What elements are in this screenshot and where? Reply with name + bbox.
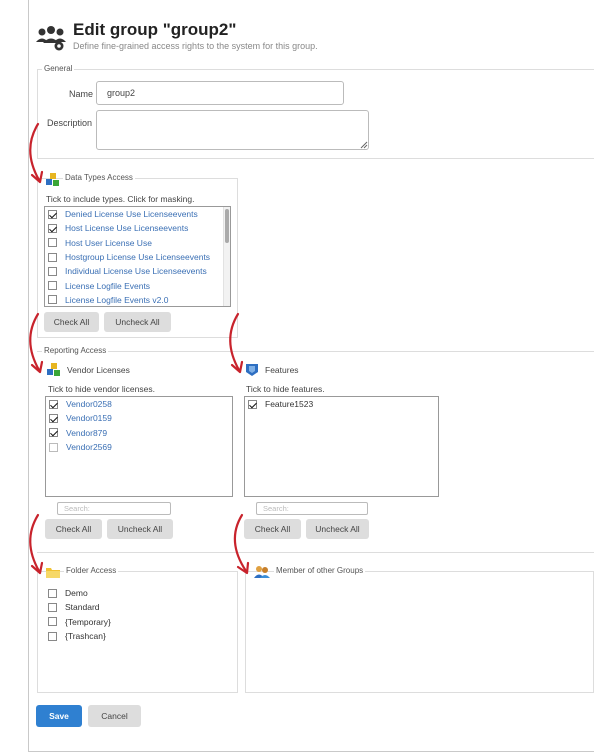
features-title: Features <box>265 365 299 375</box>
features-list[interactable]: Feature1523 <box>244 396 439 497</box>
general-bottom-divider <box>37 158 594 159</box>
vendor-search-input[interactable]: Search: <box>57 502 171 515</box>
checkbox[interactable] <box>49 442 58 452</box>
page-title: Edit group "group2" <box>73 20 237 39</box>
data-types-scrollbar[interactable] <box>223 207 230 306</box>
name-label: Name <box>69 89 94 99</box>
vendor-licenses-list[interactable]: Vendor0258 Vendor0159 Vendor879 Vendor2569 <box>45 396 233 497</box>
general-legend: General <box>42 64 75 73</box>
data-type-item[interactable]: License Logfile Events <box>45 278 230 292</box>
data-type-item[interactable]: Host User License Use <box>45 236 230 250</box>
checkbox[interactable] <box>49 413 58 423</box>
vendor-item-label[interactable]: Vendor879 <box>66 428 107 438</box>
checkbox[interactable] <box>48 252 57 262</box>
folder-icon <box>46 568 60 578</box>
checkbox[interactable] <box>48 238 57 248</box>
annotation-arrow-icon <box>29 513 44 575</box>
checkbox[interactable] <box>248 399 257 409</box>
annotation-arrow-icon <box>29 312 44 374</box>
folder-list: Demo Standard {Temporary} {Trashcan} <box>45 586 225 643</box>
features-search-input[interactable]: Search: <box>256 502 368 515</box>
annotation-arrow-icon <box>229 312 244 374</box>
vendor-item-label[interactable]: Vendor0258 <box>66 399 112 409</box>
folder-access-legend: Folder Access <box>64 566 119 575</box>
data-type-item[interactable]: Host License Use Licenseevents <box>45 221 230 235</box>
users-gear-icon <box>36 26 66 51</box>
cancel-button[interactable]: Cancel <box>88 705 141 727</box>
feature-item-label[interactable]: Feature1523 <box>265 399 313 409</box>
checkbox[interactable] <box>48 209 57 219</box>
folder-item-label[interactable]: {Temporary} <box>65 617 111 627</box>
data-type-item-label[interactable]: Individual License Use Licenseevents <box>65 266 207 276</box>
folder-item-label[interactable]: Standard <box>65 602 100 612</box>
annotation-arrow-icon <box>29 122 44 184</box>
folder-item-label[interactable]: {Trashcan} <box>65 631 106 641</box>
folder-item[interactable]: {Trashcan} <box>45 629 225 643</box>
features-icon <box>246 364 258 376</box>
data-type-item-label[interactable]: Denied License Use Licenseevents <box>65 209 198 219</box>
data-type-item-label[interactable]: Host User License Use <box>65 238 152 248</box>
checkbox[interactable] <box>49 399 58 409</box>
checkbox[interactable] <box>49 428 58 438</box>
vendor-item[interactable]: Vendor0159 <box>46 411 232 425</box>
data-type-item[interactable]: Individual License Use Licenseevents <box>45 264 230 278</box>
data-type-item[interactable]: Hostgroup License Use Licenseevents <box>45 250 230 264</box>
data-types-list[interactable]: Denied License Use Licenseevents Host Lic… <box>44 206 231 307</box>
checkbox[interactable] <box>48 223 57 233</box>
data-types-check-all-button[interactable]: Check All <box>44 312 99 332</box>
folder-item-label[interactable]: Demo <box>65 588 88 598</box>
reporting-legend: Reporting Access <box>42 346 109 355</box>
data-type-item-label[interactable]: License Logfile Events <box>65 281 150 291</box>
feature-item[interactable]: Feature1523 <box>245 397 438 411</box>
checkbox[interactable] <box>48 266 57 276</box>
features-hint: Tick to hide features. <box>246 384 325 394</box>
data-type-item[interactable]: License Logfile Events v2.0 <box>45 293 230 306</box>
data-type-item[interactable]: Denied License Use Licenseevents <box>45 207 230 221</box>
vendor-item[interactable]: Vendor879 <box>46 426 232 440</box>
data-types-uncheck-all-button[interactable]: Uncheck All <box>104 312 171 332</box>
name-field[interactable]: group2 <box>96 81 344 105</box>
data-type-item-label[interactable]: Host License Use Licenseevents <box>65 223 188 233</box>
data-types-hint: Tick to include types. Click for masking… <box>46 194 195 204</box>
checkbox[interactable] <box>48 631 57 641</box>
data-types-legend: Data Types Access <box>63 173 135 182</box>
checkbox[interactable] <box>48 281 57 291</box>
page-subtitle: Define fine-grained access rights to the… <box>73 41 318 51</box>
member-groups-legend: Member of other Groups <box>274 566 366 575</box>
description-label: Description <box>47 118 93 128</box>
group-members-icon <box>254 566 270 578</box>
vendor-licenses-icon <box>47 363 60 376</box>
features-uncheck-all-button[interactable]: Uncheck All <box>306 519 369 539</box>
folder-item[interactable]: Demo <box>45 586 225 600</box>
description-field[interactable] <box>96 110 369 150</box>
vendor-item[interactable]: Vendor0258 <box>46 397 232 411</box>
vendor-item[interactable]: Vendor2569 <box>46 440 232 454</box>
vendor-item-label[interactable]: Vendor2569 <box>66 442 112 452</box>
data-type-item-label[interactable]: Hostgroup License Use Licenseevents <box>65 252 210 262</box>
folder-item[interactable]: {Temporary} <box>45 615 225 629</box>
checkbox[interactable] <box>48 295 57 305</box>
vendor-licenses-title: Vendor Licenses <box>67 365 130 375</box>
scrollbar-thumb[interactable] <box>225 209 229 243</box>
data-types-icon <box>46 173 59 186</box>
vendor-item-label[interactable]: Vendor0159 <box>66 413 112 423</box>
reporting-divider <box>37 351 594 352</box>
folder-item[interactable]: Standard <box>45 600 225 614</box>
member-groups-box <box>245 571 594 693</box>
vendor-check-all-button[interactable]: Check All <box>45 519 102 539</box>
folders-top-divider <box>37 552 594 553</box>
checkbox[interactable] <box>48 588 57 598</box>
features-check-all-button[interactable]: Check All <box>244 519 301 539</box>
checkbox[interactable] <box>48 602 57 612</box>
vendor-licenses-hint: Tick to hide vendor licenses. <box>48 384 155 394</box>
annotation-arrow-icon <box>233 513 250 575</box>
vendor-uncheck-all-button[interactable]: Uncheck All <box>107 519 173 539</box>
checkbox[interactable] <box>48 617 57 627</box>
data-type-item-label[interactable]: License Logfile Events v2.0 <box>65 295 168 305</box>
general-divider <box>37 69 594 70</box>
save-button[interactable]: Save <box>36 705 82 727</box>
resize-handle-icon[interactable] <box>360 141 368 149</box>
